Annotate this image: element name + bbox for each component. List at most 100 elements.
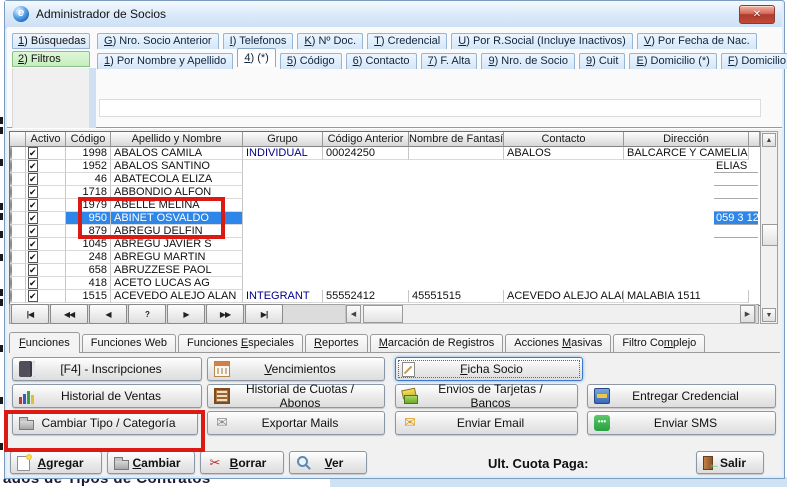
codigo-cell[interactable]: 658	[66, 264, 111, 277]
header-grupo[interactable]: Grupo	[243, 132, 323, 147]
radio-icon[interactable]	[10, 199, 12, 212]
radio-icon[interactable]	[10, 277, 12, 290]
tab-credencial[interactable]: T) Credencial	[367, 33, 447, 49]
entregar-credencial-button[interactable]: Entregar Credencial	[587, 384, 776, 408]
radio-icon[interactable]	[10, 147, 12, 160]
codigo-anterior-cell[interactable]: 55552412	[323, 290, 409, 303]
search-input[interactable]	[99, 99, 761, 117]
direccion-cell[interactable]: MALABIA 1511	[624, 290, 749, 303]
activo-checkbox[interactable]: ✔	[28, 212, 38, 224]
enviar-sms-button[interactable]: ••• Enviar SMS	[587, 411, 776, 435]
contacto-cell[interactable]: ACEVEDO ALEJO ALAN	[504, 290, 624, 303]
header-activo[interactable]: Activo	[26, 132, 66, 147]
nombre-cell[interactable]: ABALOS SANTINO	[111, 160, 243, 173]
tab-nro-socio-anterior[interactable]: G) Nro. Socio Anterior	[97, 33, 219, 49]
table-row[interactable]: ✔ 1718 ABBONDIO ALFON	[10, 186, 760, 199]
tab-filtro-complejo[interactable]: Filtro Complejo	[613, 334, 705, 352]
codigo-anterior-cell[interactable]: 00024250	[323, 147, 409, 160]
tab-reportes[interactable]: Reportes	[305, 334, 368, 352]
table-row[interactable]: ✔ 1998 ABALOS CAMILA INDIVIDUAL 00024250…	[10, 147, 760, 160]
fantasia-cell[interactable]	[409, 147, 504, 160]
row-selector[interactable]	[10, 147, 26, 160]
grid-vertical-scrollbar[interactable]: ▲ ▼	[760, 131, 778, 324]
nav-last-button[interactable]: ▶|	[245, 304, 283, 324]
scroll-down-icon[interactable]: ▼	[762, 308, 776, 322]
codigo-cell[interactable]: 1979	[66, 199, 111, 212]
vertical-scroll-thumb[interactable]	[762, 224, 778, 246]
tab-por-nombre-apellido[interactable]: 1) Por Nombre y Apellido	[97, 53, 233, 69]
tab-asterisco[interactable]: 4) (*)	[237, 48, 275, 67]
tab-cuit[interactable]: 9) Cuit	[579, 53, 625, 69]
table-row[interactable]: ✔ 1952 ABALOS SANTINO ELIAS	[10, 160, 760, 173]
nombre-cell[interactable]: ABINET OSVALDO	[111, 212, 243, 225]
codigo-cell[interactable]: 1045	[66, 238, 111, 251]
row-selector[interactable]	[10, 251, 26, 264]
cambiar-tipo-button[interactable]: Cambiar Tipo / Categoría	[12, 411, 198, 435]
tab-funciones[interactable]: Funciones	[9, 332, 80, 353]
tab-nro-doc[interactable]: K) Nº Doc.	[297, 33, 363, 49]
table-row[interactable]: ✔ 248 ABREGU MARTIN	[10, 251, 760, 264]
nombre-cell[interactable]: ABREGU MARTIN	[111, 251, 243, 264]
titlebar[interactable]: e Administrador de Socios ✕	[5, 1, 782, 28]
scroll-left-icon[interactable]: ◀	[346, 305, 361, 323]
nav-next-button[interactable]: ▶	[167, 304, 205, 324]
table-row-selected[interactable]: ✔ 950 ABINET OSVALDO 059 3 12	[10, 212, 760, 225]
scroll-right-icon[interactable]: ▶	[740, 305, 755, 323]
row-selector[interactable]	[10, 264, 26, 277]
radio-icon[interactable]	[10, 186, 12, 199]
activo-checkbox[interactable]: ✔	[28, 238, 38, 250]
tab-funciones-web[interactable]: Funciones Web	[82, 334, 176, 352]
grupo-cell[interactable]: INDIVIDUAL	[243, 147, 323, 160]
tab-telefonos[interactable]: I) Telefonos	[223, 33, 294, 49]
historial-cuotas-button[interactable]: Historial de Cuotas / Abonos	[207, 384, 385, 408]
tab-contacto[interactable]: 6) Contacto	[346, 53, 417, 69]
row-selector[interactable]	[10, 238, 26, 251]
table-row[interactable]: ✔ 879 ABREGU DELFIN	[10, 225, 760, 238]
activo-checkbox[interactable]: ✔	[28, 290, 38, 302]
activo-checkbox[interactable]: ✔	[28, 225, 38, 237]
codigo-cell[interactable]: 248	[66, 251, 111, 264]
activo-checkbox[interactable]: ✔	[28, 186, 38, 198]
ficha-socio-button[interactable]: Ficha Socio	[395, 357, 583, 381]
nombre-cell[interactable]: ACEVEDO ALEJO ALAN	[111, 290, 243, 303]
vencimientos-button[interactable]: Vencimientos	[207, 357, 385, 381]
activo-checkbox[interactable]: ✔	[28, 173, 38, 185]
activo-checkbox[interactable]: ✔	[28, 147, 38, 159]
activo-checkbox[interactable]: ✔	[28, 264, 38, 276]
tab-f-alta[interactable]: 7) F. Alta	[421, 53, 478, 69]
ver-button[interactable]: Ver	[289, 451, 367, 474]
radio-icon[interactable]	[10, 225, 12, 238]
agregar-button[interactable]: Agregar	[10, 451, 102, 474]
header-codigo-anterior[interactable]: Código Anterior	[323, 132, 409, 147]
table-row[interactable]: ✔ 658 ABRUZZESE PAOL	[10, 264, 760, 277]
nav-fast-next-button[interactable]: ▶▶	[206, 304, 244, 324]
nombre-cell[interactable]: ABATECOLA ELIZA	[111, 173, 243, 186]
nombre-cell[interactable]: ABALOS CAMILA	[111, 147, 243, 160]
tab-busquedas[interactable]: 1) Búsquedas	[12, 33, 90, 49]
row-selector[interactable]	[10, 225, 26, 238]
radio-icon[interactable]	[10, 290, 12, 303]
header-fantasia[interactable]: Nombre de Fantasía	[409, 132, 504, 147]
tab-domicilio[interactable]: E) Domicilio (*)	[629, 53, 716, 69]
cambiar-button[interactable]: Cambiar	[107, 451, 195, 474]
close-button[interactable]: ✕	[739, 5, 775, 24]
enviar-email-button[interactable]: ✉ Enviar Email	[395, 411, 578, 435]
grid-horizontal-scrollbar[interactable]: ◀ ▶	[345, 304, 756, 324]
borrar-button[interactable]: ✂ Borrar	[200, 451, 284, 474]
header-selector[interactable]	[10, 132, 26, 147]
nombre-cell[interactable]: ABBONDIO ALFON	[111, 186, 243, 199]
activo-checkbox[interactable]: ✔	[28, 251, 38, 263]
row-selector[interactable]	[10, 173, 26, 186]
radio-icon[interactable]	[10, 238, 12, 251]
salir-button[interactable]: ← Salir	[696, 451, 764, 474]
envios-tarjetas-button[interactable]: Envios de Tarjetas / Bancos	[395, 384, 578, 408]
exportar-mails-button[interactable]: ✉ Exportar Mails	[207, 411, 385, 435]
activo-checkbox[interactable]: ✔	[28, 277, 38, 289]
tab-por-rsocial[interactable]: U) Por R.Social (Incluye Inactivos)	[451, 33, 633, 49]
tab-funciones-especiales[interactable]: Funciones Especiales	[178, 334, 303, 352]
header-codigo[interactable]: Código	[66, 132, 111, 147]
horizontal-scroll-thumb[interactable]	[363, 305, 403, 323]
row-selector[interactable]	[10, 160, 26, 173]
radio-icon[interactable]	[10, 251, 12, 264]
activo-checkbox[interactable]: ✔	[28, 160, 38, 172]
